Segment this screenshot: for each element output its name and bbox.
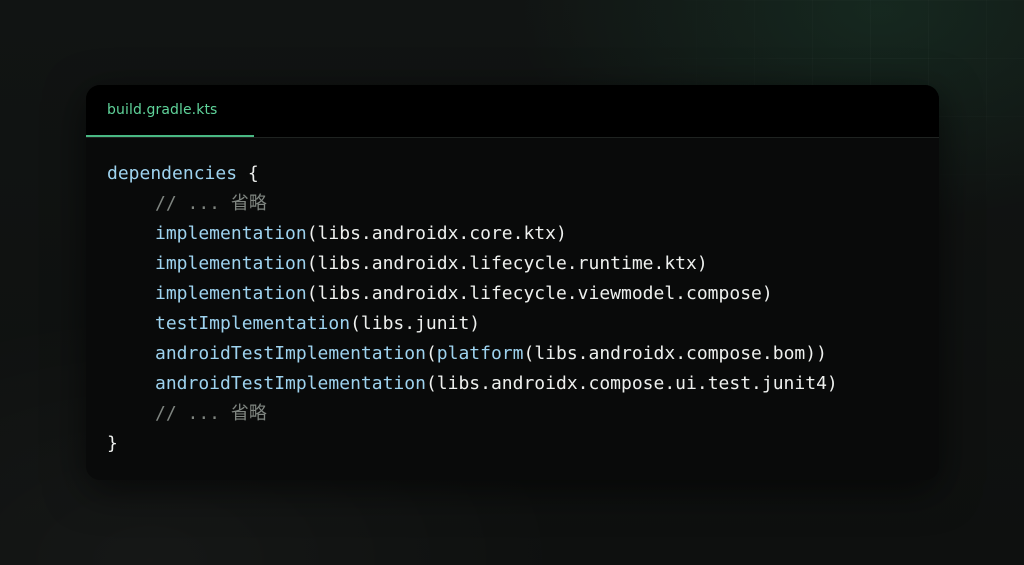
tab-build-gradle-kts[interactable]: build.gradle.kts xyxy=(86,85,254,137)
code-token: androidTestImplementation xyxy=(155,373,426,394)
code-line: androidTestImplementation(platform(libs.… xyxy=(107,339,838,369)
code-token: (libs.androidx.core.ktx) xyxy=(306,223,567,244)
code-window: build.gradle.kts dependencies { // ... 省略… xyxy=(86,85,939,480)
code-token: testImplementation xyxy=(155,313,351,334)
code-line: } xyxy=(107,429,838,459)
code-line: // ... 省略 xyxy=(107,399,838,429)
code-comment: // ... 省略 xyxy=(155,193,267,214)
tab-label: build.gradle.kts xyxy=(107,102,218,118)
code-token: androidTestImplementation xyxy=(155,343,426,364)
code-line: // ... 省略 xyxy=(107,189,838,219)
code-token: (libs.androidx.compose.bom)) xyxy=(523,343,827,364)
code-block: dependencies {// ... 省略 implementation(li… xyxy=(107,159,838,459)
code-token: implementation xyxy=(155,253,307,274)
code-token: implementation xyxy=(155,283,307,304)
code-token: (libs.androidx.lifecycle.runtime.ktx) xyxy=(306,253,708,274)
code-token: } xyxy=(107,433,118,454)
code-token: (libs.junit) xyxy=(350,313,481,334)
code-token: { xyxy=(237,163,259,184)
code-token: (libs.androidx.compose.ui.test.junit4) xyxy=(425,373,838,394)
code-line: dependencies { xyxy=(107,159,838,189)
code-line: testImplementation(libs.junit) xyxy=(107,309,838,339)
code-token: ( xyxy=(425,343,437,364)
tab-bar: build.gradle.kts xyxy=(86,85,939,138)
code-comment: // ... 省略 xyxy=(155,403,267,424)
code-line: implementation(libs.androidx.lifecycle.r… xyxy=(107,249,838,279)
code-token: dependencies xyxy=(107,163,238,184)
code-token: implementation xyxy=(155,223,307,244)
code-line: implementation(libs.androidx.core.ktx) xyxy=(107,219,838,249)
code-line: androidTestImplementation(libs.androidx.… xyxy=(107,369,838,399)
code-line: implementation(libs.androidx.lifecycle.v… xyxy=(107,279,838,309)
code-token: platform xyxy=(436,343,524,364)
code-token: (libs.androidx.lifecycle.viewmodel.compo… xyxy=(306,283,773,304)
